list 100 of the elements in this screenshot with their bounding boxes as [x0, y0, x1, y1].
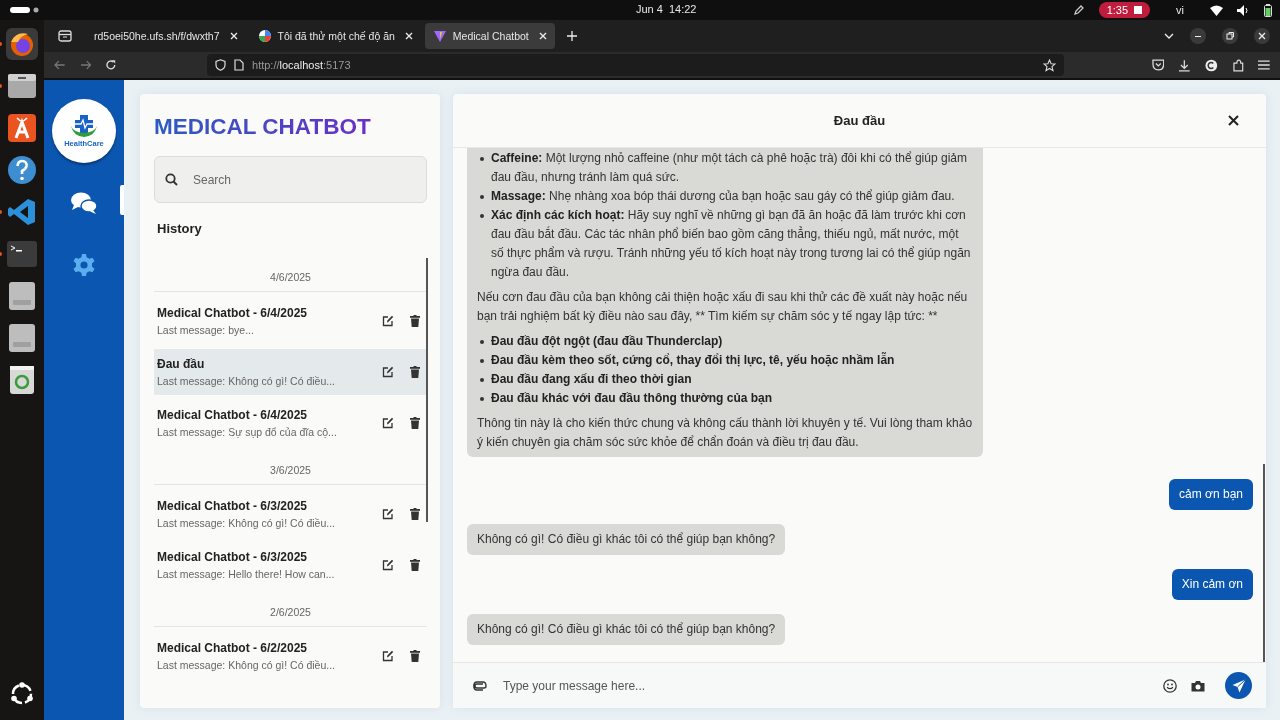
trash-icon[interactable] — [410, 365, 420, 378]
language-indicator[interactable]: vi — [1176, 4, 1184, 16]
app-store-icon[interactable] — [6, 112, 38, 144]
history-item[interactable]: Medical Chatbot - 6/2/2025 Last message: Không có gì! Có điều... — [154, 633, 427, 679]
recording-indicator[interactable]: 1:35 — [1098, 2, 1151, 18]
drive-icon[interactable] — [6, 322, 38, 354]
time-text: 14:22 — [668, 3, 697, 15]
bullet-icon — [480, 214, 484, 218]
bot-message: Không có gì! Có điều gì khác tôi có thể giúp bạn không? — [467, 524, 786, 555]
history-item[interactable]: Medical Chatbot - 6/4/2025 Last message: Sự sụp đổ của đĩa cộ... — [154, 400, 427, 446]
last-message-text: Last message: bye... — [157, 323, 255, 336]
section-heading: History — [157, 221, 203, 236]
help-icon[interactable] — [6, 154, 38, 186]
medical-cross-drawing — [69, 114, 99, 138]
close-icon[interactable] — [1228, 115, 1239, 126]
browser-tab[interactable]: Tôi đã thử một chế độ ăn — [249, 23, 421, 49]
terminal-icon[interactable] — [6, 238, 38, 270]
browser-tab[interactable]: Medical Chatbot — [424, 23, 555, 49]
conversation-title: Medical Chatbot - 6/2/2025 — [157, 640, 309, 655]
user-message: Xin cảm ơn — [1171, 569, 1253, 600]
reload-icon[interactable] — [105, 59, 117, 71]
tab-list-icon[interactable] — [58, 30, 72, 42]
workspace-indicator-icon — [10, 6, 40, 14]
list-item: Đau đầu khác với đau đầu thông thường của bạn — [491, 390, 774, 407]
bullet-icon — [480, 397, 484, 401]
list-item: Massage: Nhẹ nhàng xoa bóp thái dương của bạn hoặc sau gáy có thể giúp giảm đau. — [491, 188, 956, 205]
edit-icon[interactable] — [382, 507, 394, 520]
edit-icon[interactable] — [382, 558, 394, 571]
bullet-icon — [480, 195, 484, 199]
apps-grid-icon[interactable] — [9, 681, 35, 707]
history-item[interactable]: Đau đầu Last message: Không có gì! Có điều... — [154, 349, 427, 395]
chevron-down-icon[interactable] — [1164, 33, 1174, 39]
bot-message: Không có gì! Có điều gì khác tôi có thể giúp bạn không? — [467, 614, 786, 645]
search-field[interactable]: Search — [154, 156, 427, 203]
back-arrow-icon[interactable] — [54, 60, 66, 70]
trash-icon[interactable] — [410, 416, 420, 429]
menu-icon[interactable] — [1258, 60, 1270, 70]
last-message-text: Last message: Không có gì! Có điều... — [157, 658, 337, 671]
send-button[interactable] — [1225, 672, 1252, 699]
conversation-title: Medical Chatbot - 6/3/2025 — [157, 549, 309, 564]
paper-plane-icon — [1231, 678, 1246, 693]
pencil-icon — [1072, 4, 1085, 16]
star-icon[interactable] — [1042, 58, 1056, 72]
date-text: Jun 4 — [636, 3, 663, 15]
smiley-icon[interactable] — [1163, 678, 1177, 693]
conversation-title: Medical Chatbot - 6/4/2025 — [157, 305, 309, 320]
user-message: cảm ơn bạn — [1169, 479, 1253, 510]
scrollbar[interactable] — [426, 258, 428, 522]
chat-title: Đau đầu — [833, 113, 886, 128]
camera-icon[interactable] — [1191, 679, 1205, 692]
message-field[interactable]: Type your message here... — [501, 677, 1149, 694]
close-icon[interactable] — [1254, 28, 1270, 44]
paperclip-icon[interactable] — [473, 680, 487, 691]
list-item: Xác định các kích hoạt: Hãy suy nghĩ về những gì bạn đã ăn hoặc đã làm trước khi cơn đau đầu bắt đầu. Các tác nhân phổ biến bao gồm căng thẳng, thiếu ngủ, mất nước, một số thực phẩm và rượu. Tránh những yếu tố kích hoạt này trong tương lai có thể giúp ngăn ngừa đau đầu. — [491, 207, 972, 281]
stop-icon — [1134, 6, 1143, 14]
fox-browser-icon[interactable] — [6, 28, 38, 60]
puzzle-icon[interactable] — [1231, 58, 1245, 72]
code-editor-icon[interactable] — [6, 196, 38, 228]
browser-tab[interactable]: rd5oei50he.ufs.sh/f/dwxth7 — [86, 23, 246, 49]
trash-icon[interactable] — [410, 558, 420, 571]
address-bar[interactable]: http://localhost:5173 — [207, 54, 1064, 76]
page-icon — [234, 59, 244, 71]
recording-time: 1:35 — [1106, 4, 1129, 16]
scrollbar[interactable] — [1263, 464, 1265, 662]
edit-icon[interactable] — [382, 416, 394, 429]
account-icon[interactable] — [1205, 58, 1218, 72]
trash-icon[interactable] — [410, 649, 420, 662]
trash-icon[interactable] — [410, 507, 420, 520]
restore-icon[interactable] — [1222, 28, 1238, 44]
forward-arrow-icon[interactable] — [79, 60, 92, 70]
minimize-icon[interactable] — [1190, 28, 1206, 44]
download-icon[interactable] — [1178, 58, 1192, 72]
list-item: Đau đầu đột ngột (đau đầu Thunderclap) — [491, 333, 724, 350]
settings-icon — [73, 254, 95, 276]
trash-icon[interactable] — [410, 314, 420, 327]
bullet-icon — [480, 340, 484, 344]
list-item: Đau đầu đang xấu đi theo thời gian — [491, 371, 693, 388]
chat-bubbles-icon — [70, 191, 98, 215]
history-item[interactable]: Medical Chatbot - 6/4/2025 Last message: bye... — [154, 298, 427, 344]
volume-icon — [1237, 4, 1250, 16]
list-item: Caffeine: Một lượng nhỏ caffeine (như một tách cà phê hoặc trà) đôi khi có thể giúp giảm đau đầu, nhưng tránh làm quá sức. — [491, 150, 968, 186]
bullet-icon — [480, 359, 484, 363]
conversation-title: Medical Chatbot - 6/3/2025 — [157, 498, 309, 513]
last-message-text: Last message: Sự sụp đổ của đĩa cộ... — [157, 425, 338, 438]
bullet-icon — [480, 378, 484, 382]
edit-icon[interactable] — [382, 314, 394, 327]
plus-icon[interactable] — [566, 31, 577, 41]
pocket-icon[interactable] — [1151, 59, 1165, 71]
history-item[interactable]: Medical Chatbot - 6/3/2025 Last message: Không có gì! Có điều... — [154, 491, 427, 537]
drive-icon[interactable] — [6, 280, 38, 312]
date-label: 2/6/2025 — [154, 593, 427, 627]
triangle-icon — [432, 29, 447, 43]
edit-icon[interactable] — [382, 365, 394, 378]
history-item[interactable]: Medical Chatbot - 6/3/2025 Last message: Hello there! How can... — [154, 542, 427, 588]
last-message-text: Last message: Không có gì! Có điều... — [157, 374, 337, 387]
conversation-title: Đau đầu — [157, 356, 206, 371]
battery-icon — [1264, 3, 1272, 17]
date-label: 3/6/2025 — [154, 451, 427, 485]
edit-icon[interactable] — [382, 649, 394, 662]
date-label: 4/6/2025 — [154, 258, 427, 292]
